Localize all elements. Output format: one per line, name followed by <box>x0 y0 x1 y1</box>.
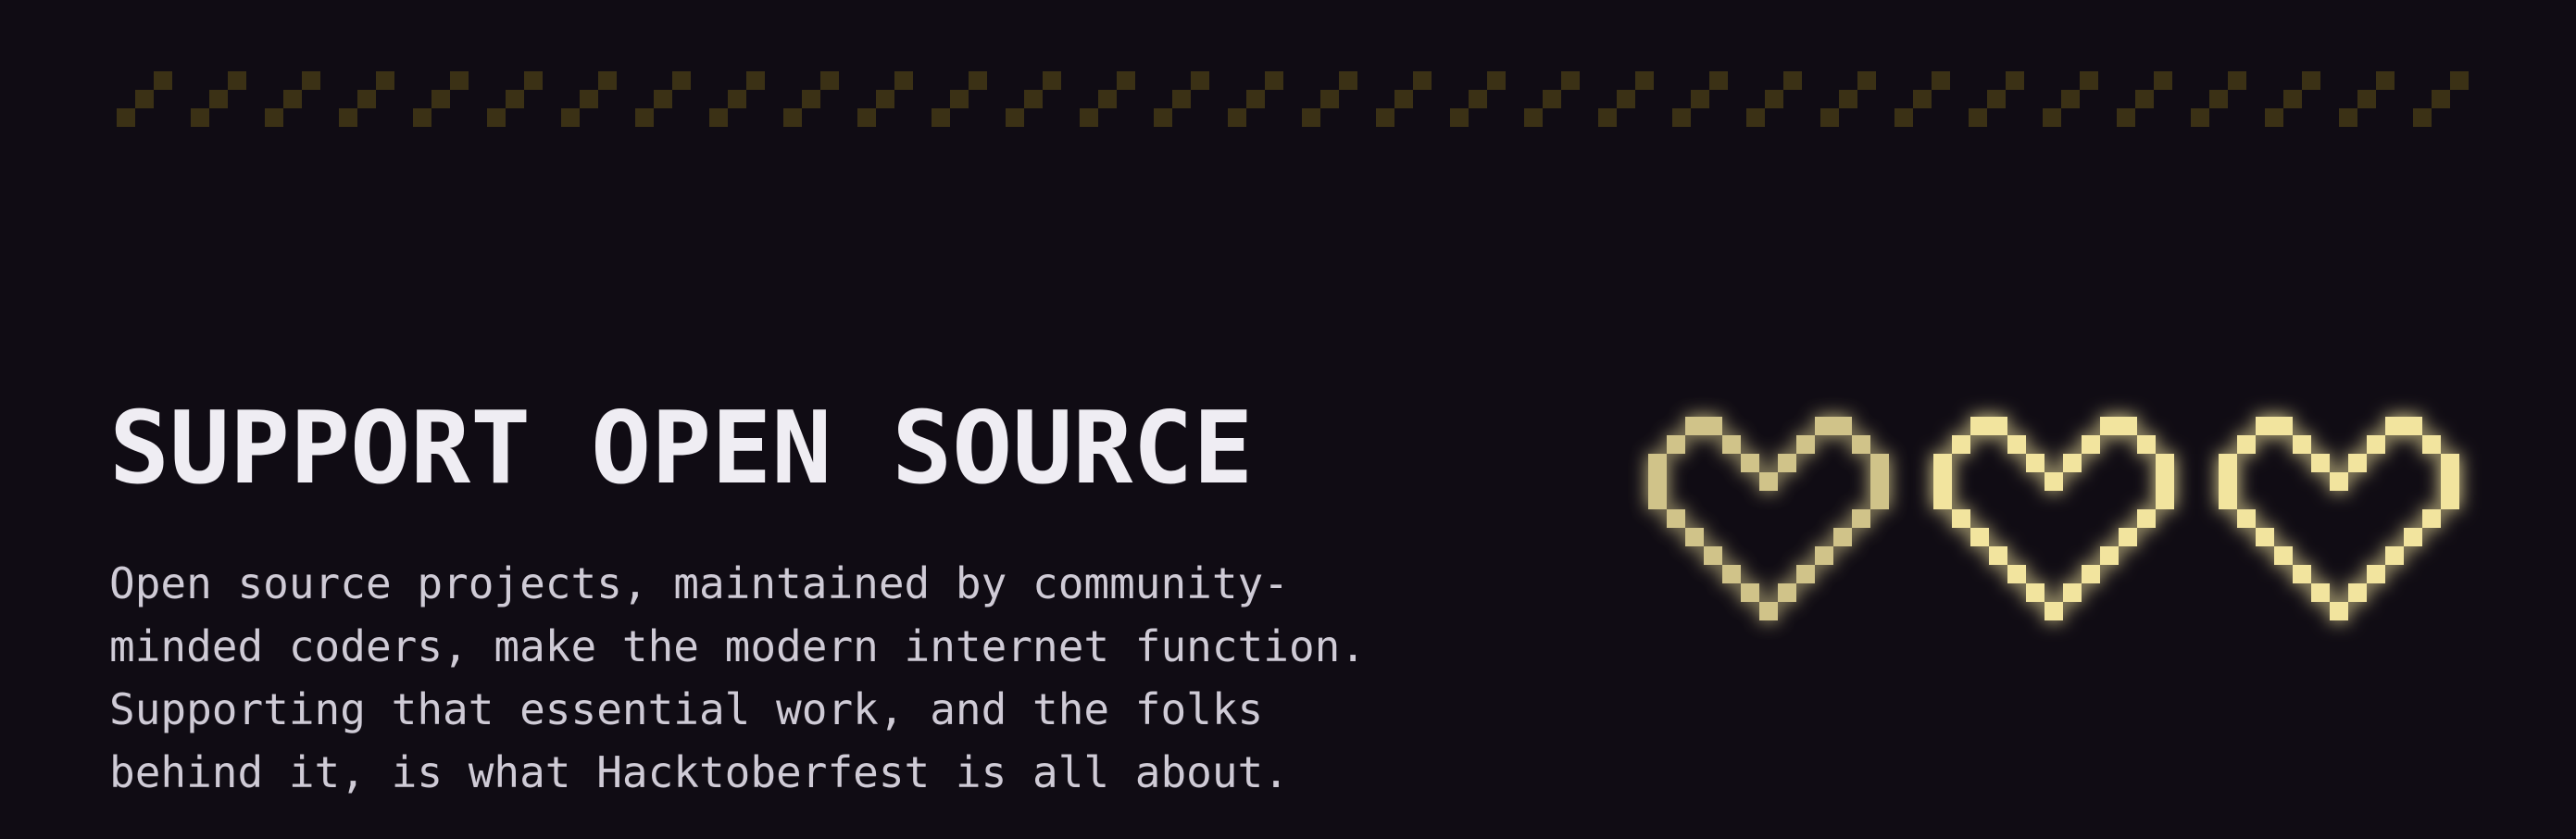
border-stair-unit <box>2339 71 2395 127</box>
description-line: Supporting that essential work, and the … <box>109 684 1264 734</box>
border-stair-unit <box>2043 71 2098 127</box>
border-stair-unit <box>1969 71 2024 127</box>
border-stair-unit <box>339 71 394 127</box>
border-stair-unit <box>1302 71 1357 127</box>
description-line: behind it, is what Hacktoberfest is all … <box>109 747 1289 797</box>
pixel-heart-icon <box>1648 417 1889 620</box>
border-stair-unit <box>1672 71 1728 127</box>
description-line: minded coders, make the modern internet … <box>109 621 1367 671</box>
border-stair-unit <box>1228 71 1283 127</box>
description-line: Open source projects, maintained by comm… <box>109 558 1289 608</box>
pixel-stair-border <box>117 71 2469 127</box>
border-stair-unit <box>783 71 839 127</box>
pixel-heart-icon <box>2219 417 2459 620</box>
border-stair-unit <box>487 71 543 127</box>
page-title: SUPPORT OPEN SOURCE <box>109 391 1254 507</box>
border-stair-unit <box>2191 71 2246 127</box>
border-stair-unit <box>265 71 320 127</box>
border-stair-unit <box>1894 71 1950 127</box>
border-stair-unit <box>561 71 617 127</box>
border-stair-unit <box>932 71 987 127</box>
border-stair-unit <box>1746 71 1802 127</box>
border-stair-unit <box>1080 71 1135 127</box>
border-stair-unit <box>1006 71 1061 127</box>
border-stair-unit <box>117 71 172 127</box>
border-stair-unit <box>1154 71 1209 127</box>
border-stair-unit <box>2117 71 2172 127</box>
border-stair-unit <box>857 71 913 127</box>
border-stair-unit <box>191 71 246 127</box>
description-paragraph: Open source projects, maintained by comm… <box>109 552 1366 804</box>
pixel-heart-icon <box>1933 417 2174 620</box>
border-stair-unit <box>635 71 691 127</box>
border-stair-unit <box>2413 71 2469 127</box>
border-stair-unit <box>413 71 469 127</box>
border-stair-unit <box>1450 71 1506 127</box>
border-stair-unit <box>1524 71 1580 127</box>
border-stair-unit <box>1820 71 1876 127</box>
border-stair-unit <box>1376 71 1432 127</box>
border-stair-unit <box>1598 71 1654 127</box>
border-stair-unit <box>2265 71 2320 127</box>
pixel-hearts-illustration <box>1648 417 2459 620</box>
border-stair-unit <box>709 71 765 127</box>
